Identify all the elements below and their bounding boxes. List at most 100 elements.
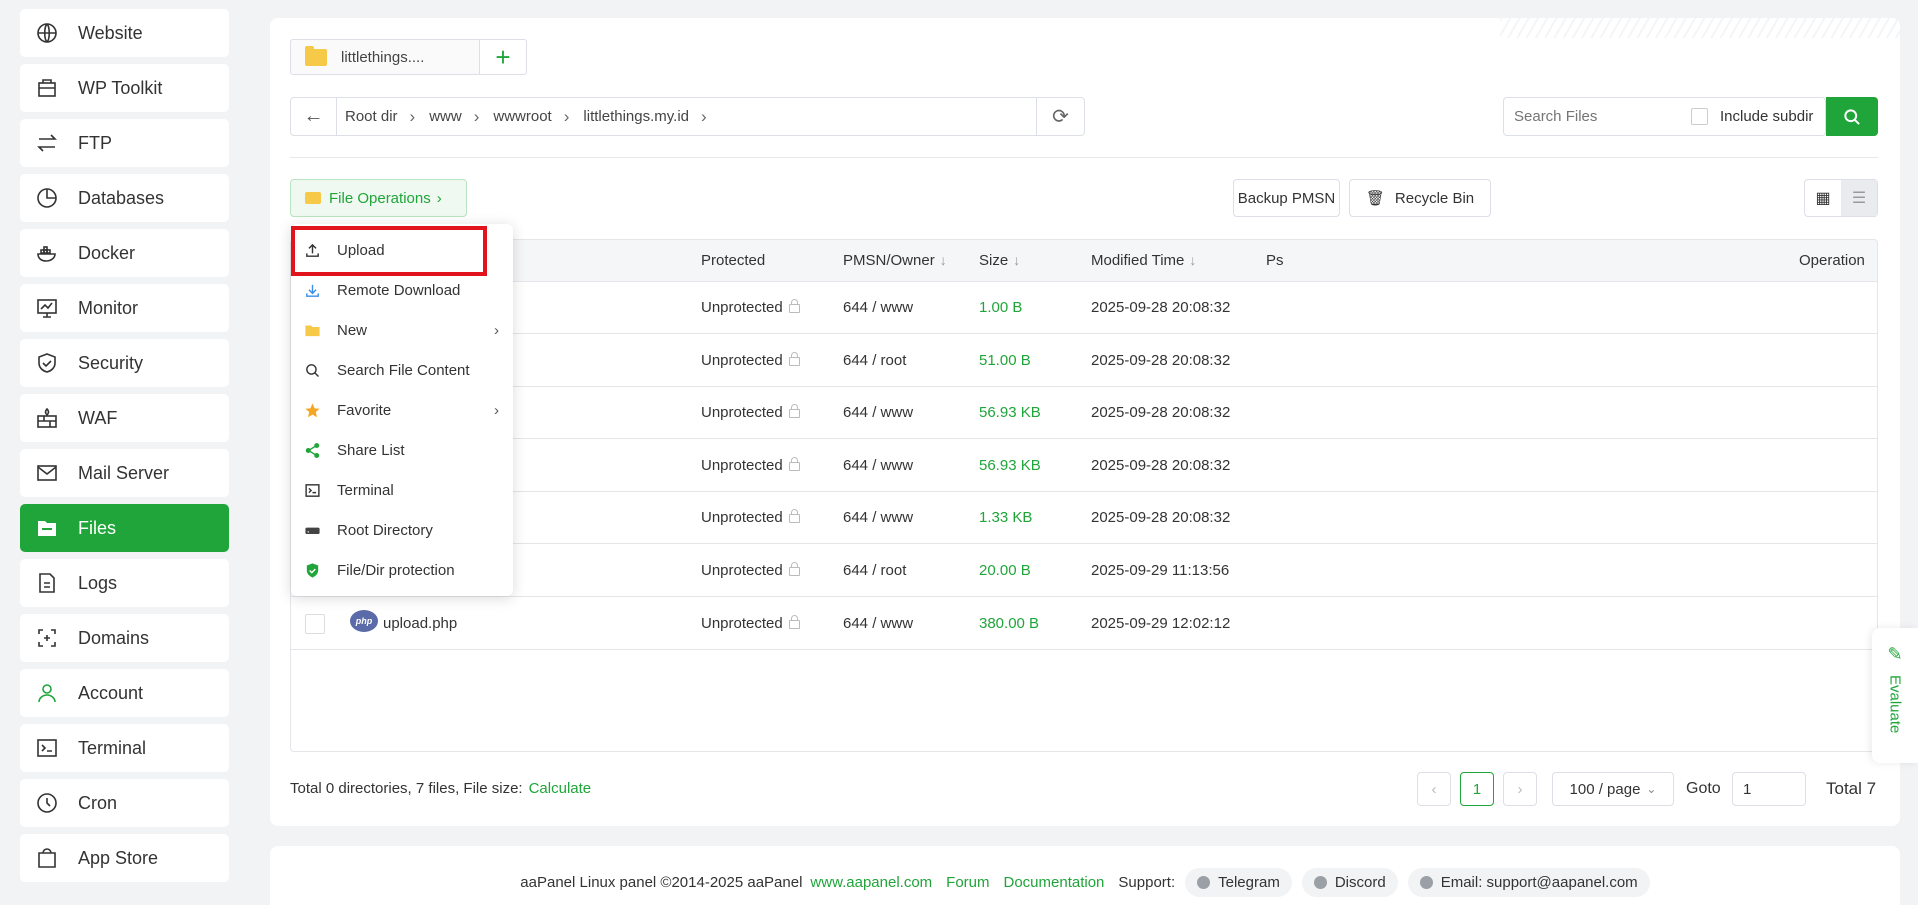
sidebar-item-mail-server[interactable]: Mail Server <box>20 449 229 497</box>
owner-cell[interactable]: 644 / www <box>843 404 913 421</box>
menu-item-search-file-content[interactable]: Search File Content <box>291 350 513 390</box>
per-page-select[interactable]: 100 / page ⌄ <box>1552 772 1674 806</box>
discord-link[interactable]: Discord <box>1301 868 1398 897</box>
protection-status[interactable]: Unprotected <box>701 404 800 421</box>
sidebar-item-files[interactable]: Files <box>20 504 229 552</box>
protection-status[interactable]: Unprotected <box>701 299 800 316</box>
sidebar-item-terminal[interactable]: Terminal <box>20 724 229 772</box>
website-link[interactable]: www.aapanel.com <box>810 874 932 891</box>
owner-cell[interactable]: 644 / root <box>843 352 906 369</box>
protection-status[interactable]: Unprotected <box>701 509 800 526</box>
back-button[interactable]: ← <box>291 98 337 135</box>
protection-status[interactable]: Unprotected <box>701 562 800 579</box>
copyright-text: aaPanel Linux panel ©2014-2025 aaPanel <box>520 874 803 891</box>
goto-input[interactable]: 1 <box>1732 772 1806 806</box>
sidebar-item-label: Docker <box>78 242 136 263</box>
telegram-link[interactable]: Telegram <box>1185 868 1292 897</box>
header-modified[interactable]: Modified Time ↓ <box>1091 252 1196 269</box>
menu-item-terminal[interactable]: Terminal <box>291 470 513 510</box>
sidebar-item-wp-toolkit[interactable]: WP Toolkit <box>20 64 229 112</box>
add-tab-button[interactable]: + <box>479 39 527 75</box>
sidebar-item-app-store[interactable]: App Store <box>20 834 229 882</box>
breadcrumb-www[interactable]: www <box>429 108 462 125</box>
arrow-left-icon: ← <box>303 105 324 127</box>
sidebar-item-cron[interactable]: Cron <box>20 779 229 827</box>
sidebar-item-label: Terminal <box>78 737 147 758</box>
search-button[interactable] <box>1826 97 1878 136</box>
size-cell: 380.00 B <box>979 615 1040 632</box>
recycle-bin-button[interactable]: 🗑 Recycle Bin <box>1349 179 1491 217</box>
sidebar-item-ftp[interactable]: FTP <box>20 119 229 167</box>
menu-item-root-directory[interactable]: Root Directory <box>291 510 513 550</box>
sidebar-item-waf[interactable]: WAF <box>20 394 229 442</box>
protection-status[interactable]: Unprotected <box>701 457 800 474</box>
search-input[interactable] <box>1504 101 1679 132</box>
menu-item-file-dir-protection[interactable]: File/Dir protection <box>291 550 513 590</box>
row-checkbox[interactable] <box>305 614 325 634</box>
shield-check-icon <box>303 561 321 579</box>
owner-cell[interactable]: 644 / root <box>843 562 906 579</box>
sidebar-item-domains[interactable]: Domains <box>20 614 229 662</box>
file-operations-button[interactable]: File Operations › <box>290 179 467 217</box>
table-row[interactable]: Unprotected 644 / root 20.00 B 2025-09-2… <box>291 545 1877 597</box>
list-view-button[interactable]: ☰ <box>1841 180 1877 216</box>
protection-status[interactable]: Unprotected <box>701 615 800 632</box>
header-size[interactable]: Size ↓ <box>979 252 1020 269</box>
table-row[interactable]: Unprotected 644 / www 1.33 KB 2025-09-28… <box>291 492 1877 544</box>
folder-icon <box>34 515 60 541</box>
chevron-right-icon: › <box>436 189 442 207</box>
menu-item-favorite[interactable]: Favorite › <box>291 390 513 430</box>
sidebar-item-label: Mail Server <box>78 462 170 483</box>
breadcrumb: Root dir › www › wwwroot › littlethings.my.… <box>337 107 1036 127</box>
evaluate-tab[interactable]: ✎ Evaluate <box>1872 628 1918 763</box>
menu-item-upload[interactable]: Upload <box>291 230 513 270</box>
protection-status[interactable]: Unprotected <box>701 352 800 369</box>
grid-view-button[interactable]: ▦ <box>1805 180 1841 216</box>
search-icon <box>1844 108 1860 125</box>
sidebar-item-website[interactable]: Website <box>20 9 229 57</box>
share-icon <box>303 441 321 459</box>
calculate-link[interactable]: Calculate <box>529 780 592 797</box>
sidebar-item-databases[interactable]: Databases <box>20 174 229 222</box>
next-page-button[interactable]: › <box>1503 772 1537 806</box>
menu-item-share-list[interactable]: Share List <box>291 430 513 470</box>
goto-label: Goto <box>1686 780 1721 797</box>
email-link[interactable]: Email: support@aapanel.com <box>1407 868 1650 897</box>
header-owner[interactable]: PMSN/Owner ↓ <box>843 252 947 269</box>
page-number-button[interactable]: 1 <box>1460 772 1494 806</box>
sidebar-item-logs[interactable]: Logs <box>20 559 229 607</box>
table-row[interactable]: Unprotected 644 / www 56.93 KB 2025-09-2… <box>291 387 1877 439</box>
table-row[interactable]: php upload.php Unprotected 644 / www 380… <box>291 598 1877 650</box>
breadcrumb-root[interactable]: Root dir <box>345 108 398 125</box>
sidebar-item-security[interactable]: Security <box>20 339 229 387</box>
table-row[interactable]: Unprotected 644 / www 1.00 B 2025-09-28 … <box>291 282 1877 334</box>
owner-cell[interactable]: 644 / www <box>843 509 913 526</box>
include-subdir-toggle[interactable]: Include subdir <box>1691 108 1813 125</box>
refresh-button[interactable]: ⟳ <box>1036 98 1084 135</box>
table-row[interactable]: Unprotected 644 / www 56.93 KB 2025-09-2… <box>291 440 1877 492</box>
menu-item-new[interactable]: New › <box>291 310 513 350</box>
sidebar-item-monitor[interactable]: Monitor <box>20 284 229 332</box>
menu-item-remote-download[interactable]: Remote Download <box>291 270 513 310</box>
menu-item-label: Remote Download <box>337 281 461 299</box>
file-name[interactable]: upload.php <box>383 615 457 632</box>
sidebar-item-account[interactable]: Account <box>20 669 229 717</box>
backup-pmsn-button[interactable]: Backup PMSN <box>1233 179 1340 217</box>
directory-tab[interactable]: littlethings.... <box>290 39 480 75</box>
lock-icon <box>788 457 800 471</box>
breadcrumb-site[interactable]: littlethings.my.id <box>583 108 689 125</box>
download-icon <box>303 281 321 299</box>
owner-cell[interactable]: 644 / www <box>843 299 913 316</box>
forum-link[interactable]: Forum <box>946 874 989 891</box>
breadcrumb-wwwroot[interactable]: wwwroot <box>493 108 551 125</box>
include-subdir-checkbox[interactable] <box>1691 108 1708 125</box>
chevron-right-icon: › <box>409 106 416 126</box>
sidebar-item-docker[interactable]: Docker <box>20 229 229 277</box>
owner-cell[interactable]: 644 / www <box>843 457 913 474</box>
documentation-link[interactable]: Documentation <box>1004 874 1105 891</box>
prev-page-button[interactable]: ‹ <box>1417 772 1451 806</box>
owner-cell[interactable]: 644 / www <box>843 615 913 632</box>
table-row[interactable]: Unprotected 644 / root 51.00 B 2025-09-2… <box>291 335 1877 387</box>
user-icon <box>34 680 60 706</box>
per-page-value: 100 / page <box>1569 780 1641 798</box>
